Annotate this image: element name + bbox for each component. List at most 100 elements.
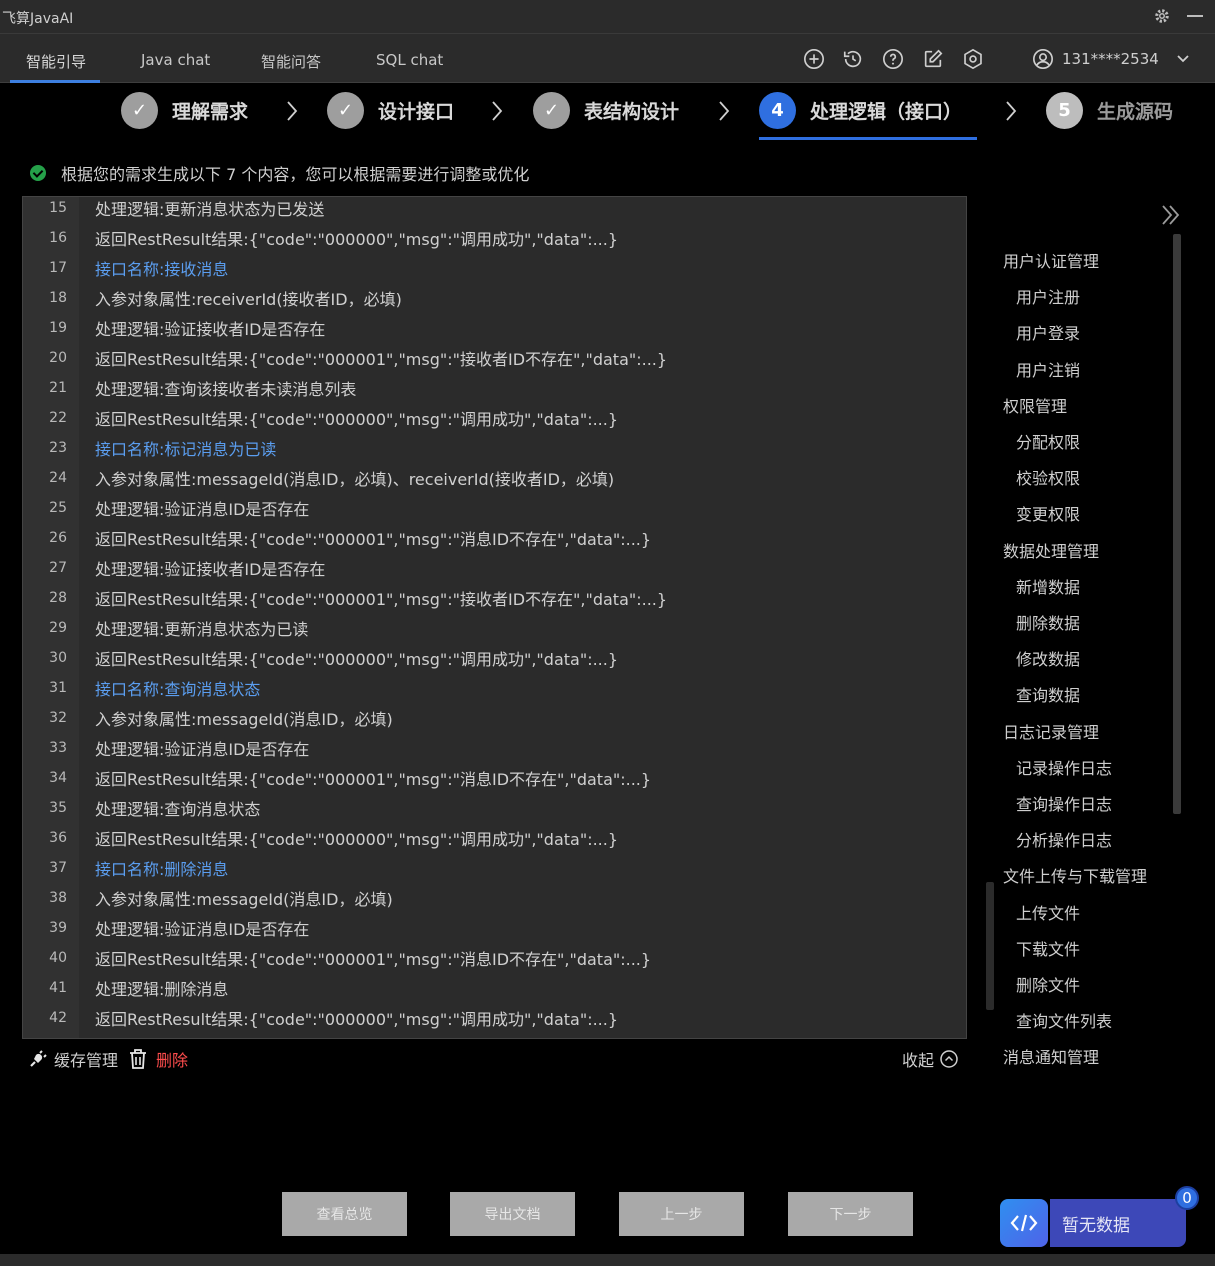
line-number: 23 [49, 440, 67, 456]
line-text: 入参对象属性:messageId(消息ID，必填) [95, 710, 393, 729]
code-line: 34 返回RestResult结果:{"code":"000001","msg":… [23, 763, 966, 793]
outline-group[interactable]: 权限管理 [1003, 393, 1067, 417]
success-check-icon [30, 165, 46, 181]
api-name-line: 接口名称:标记消息为已读 [95, 440, 277, 459]
line-text: 处理逻辑:更新消息状态为已读 [95, 620, 309, 639]
code-line: 24 入参对象属性:messageId(消息ID，必填)、receiverId(接… [23, 463, 966, 493]
api-name-line: 接口名称:查询消息状态 [95, 680, 261, 699]
step-design-api[interactable]: ✓ 设计接口 [327, 90, 454, 130]
line-number: 36 [49, 830, 67, 846]
step-label: 设计接口 [378, 100, 455, 123]
line-number: 31 [49, 680, 67, 696]
step-logic[interactable]: 4 处理逻辑（接口） [759, 90, 962, 130]
tab-java-chat[interactable]: Java chat [141, 51, 210, 69]
collapse-button[interactable]: 收起 [902, 1047, 958, 1071]
step-number: 4 [759, 91, 796, 129]
user-menu[interactable]: 131****2534 [1032, 48, 1191, 70]
outline-item[interactable]: 查询操作日志 [1016, 791, 1112, 815]
code-line: 28 返回RestResult结果:{"code":"000001","msg":… [23, 583, 966, 613]
line-number: 15 [49, 200, 67, 216]
line-number: 27 [49, 560, 67, 576]
prev-step-button[interactable]: 上一步 [619, 1192, 744, 1236]
gear-icon[interactable] [1153, 7, 1171, 25]
code-line: 32 入参对象属性:messageId(消息ID，必填) [23, 703, 966, 733]
overview-button[interactable]: 查看总览 [282, 1192, 407, 1236]
outline-item[interactable]: 删除数据 [1016, 610, 1080, 634]
line-text: 处理逻辑:验证接收者ID是否存在 [95, 560, 326, 579]
code-widget-button[interactable] [1000, 1199, 1048, 1247]
code-icon [1010, 1214, 1038, 1232]
code-line: 37 接口名称:删除消息 [23, 853, 966, 883]
line-number: 20 [49, 350, 67, 366]
line-number: 34 [49, 770, 67, 786]
outline-group[interactable]: 用户认证管理 [1003, 248, 1099, 272]
line-text: 入参对象属性:messageId(消息ID，必填)、receiverId(接收者… [95, 470, 615, 489]
code-line: 26 返回RestResult结果:{"code":"000001","msg":… [23, 523, 966, 553]
code-line: 35 处理逻辑:查询消息状态 [23, 793, 966, 823]
outline-item[interactable]: 用户登录 [1016, 320, 1080, 344]
outline-item[interactable]: 分析操作日志 [1016, 827, 1112, 851]
tab-sql-chat[interactable]: SQL chat [376, 51, 443, 69]
line-number: 16 [49, 230, 67, 246]
outline-item[interactable]: 上传文件 [1016, 900, 1080, 924]
add-icon[interactable] [803, 48, 825, 70]
step-generate-source[interactable]: 5 生成源码 [1046, 90, 1173, 130]
outline-item[interactable]: 查询数据 [1016, 682, 1080, 706]
outline-item[interactable]: 查询文件列表 [1016, 1008, 1112, 1032]
outline-group[interactable]: 消息通知管理 [1003, 1044, 1099, 1068]
line-text: 处理逻辑:验证消息ID是否存在 [95, 920, 310, 939]
step-table-design[interactable]: ✓ 表结构设计 [533, 90, 679, 130]
delete-button[interactable]: 删除 [128, 1047, 188, 1071]
delete-label: 删除 [156, 1051, 189, 1070]
line-text: 返回RestResult结果:{"code":"000001","msg":"消… [95, 530, 652, 549]
code-line: 41 处理逻辑:删除消息 [23, 973, 966, 1003]
nav-bar: 智能引导 Java chat 智能问答 SQL chat 131****2534 [0, 33, 1215, 83]
outline-item[interactable]: 新增数据 [1016, 574, 1080, 598]
tab-smart-qa[interactable]: 智能问答 [261, 51, 321, 72]
floating-widget[interactable]: 暂无数据 [1000, 1199, 1186, 1247]
outline-item[interactable]: 用户注册 [1016, 284, 1080, 308]
code-line: 17 接口名称:接收消息 [23, 253, 966, 283]
code-line: 42 返回RestResult结果:{"code":"000000","msg":… [23, 1003, 966, 1033]
outline-item[interactable]: 分配权限 [1016, 429, 1080, 453]
api-outline: 用户认证管理 用户注册用户登录用户注销权限管理分配权限校验权限变更权限数据处理管理… [990, 240, 1175, 1080]
line-number: 35 [49, 800, 67, 816]
code-line: 31 接口名称:查询消息状态 [23, 673, 966, 703]
double-chevron-right-icon[interactable] [1160, 204, 1180, 226]
app-title: 飞算JavaAI [2, 11, 74, 27]
outline-item[interactable]: 下载文件 [1016, 936, 1080, 960]
line-number: 32 [49, 710, 67, 726]
code-line: 22 返回RestResult结果:{"code":"000000","msg":… [23, 403, 966, 433]
line-text: 返回RestResult结果:{"code":"000000","msg":"调… [95, 650, 619, 669]
outline-group[interactable]: 文件上传与下载管理 [1003, 863, 1147, 887]
cache-manage-button[interactable]: 缓存管理 [28, 1047, 118, 1071]
settings-icon[interactable] [962, 48, 984, 70]
next-step-button[interactable]: 下一步 [788, 1192, 913, 1236]
history-icon[interactable] [842, 48, 864, 70]
export-doc-button[interactable]: 导出文档 [450, 1192, 575, 1236]
info-message: 根据您的需求生成以下 7 个内容，您可以根据需要进行调整或优化 [30, 161, 529, 185]
step-understand[interactable]: ✓ 理解需求 [121, 90, 248, 130]
minimize-button[interactable] [1187, 15, 1203, 17]
outline-item[interactable]: 修改数据 [1016, 646, 1080, 670]
chevron-down-icon[interactable] [1175, 51, 1191, 67]
code-editor[interactable]: 15 处理逻辑:更新消息状态为已发送 16 返回RestResult结果:{"code… [22, 196, 967, 1039]
api-name-line: 接口名称:接收消息 [95, 260, 229, 279]
help-icon[interactable] [882, 48, 904, 70]
user-phone: 131****2534 [1062, 50, 1159, 68]
outline-item[interactable]: 校验权限 [1016, 465, 1080, 489]
outline-group[interactable]: 日志记录管理 [1003, 719, 1099, 743]
step-label: 表结构设计 [584, 100, 680, 123]
chevron-up-circle-icon [940, 1050, 958, 1068]
outline-item[interactable]: 删除文件 [1016, 972, 1080, 996]
line-number: 41 [49, 980, 67, 996]
tab-smart-guide[interactable]: 智能引导 [26, 51, 86, 72]
outline-item[interactable]: 记录操作日志 [1016, 755, 1112, 779]
outline-group[interactable]: 数据处理管理 [1003, 538, 1099, 562]
outline-item[interactable]: 用户注销 [1016, 357, 1080, 381]
outline-item[interactable]: 变更权限 [1016, 501, 1080, 525]
line-number: 40 [49, 950, 67, 966]
edit-icon[interactable] [922, 48, 944, 70]
line-text: 处理逻辑:更新消息状态为已发送 [95, 200, 325, 219]
notification-badge: 0 [1175, 1186, 1199, 1210]
